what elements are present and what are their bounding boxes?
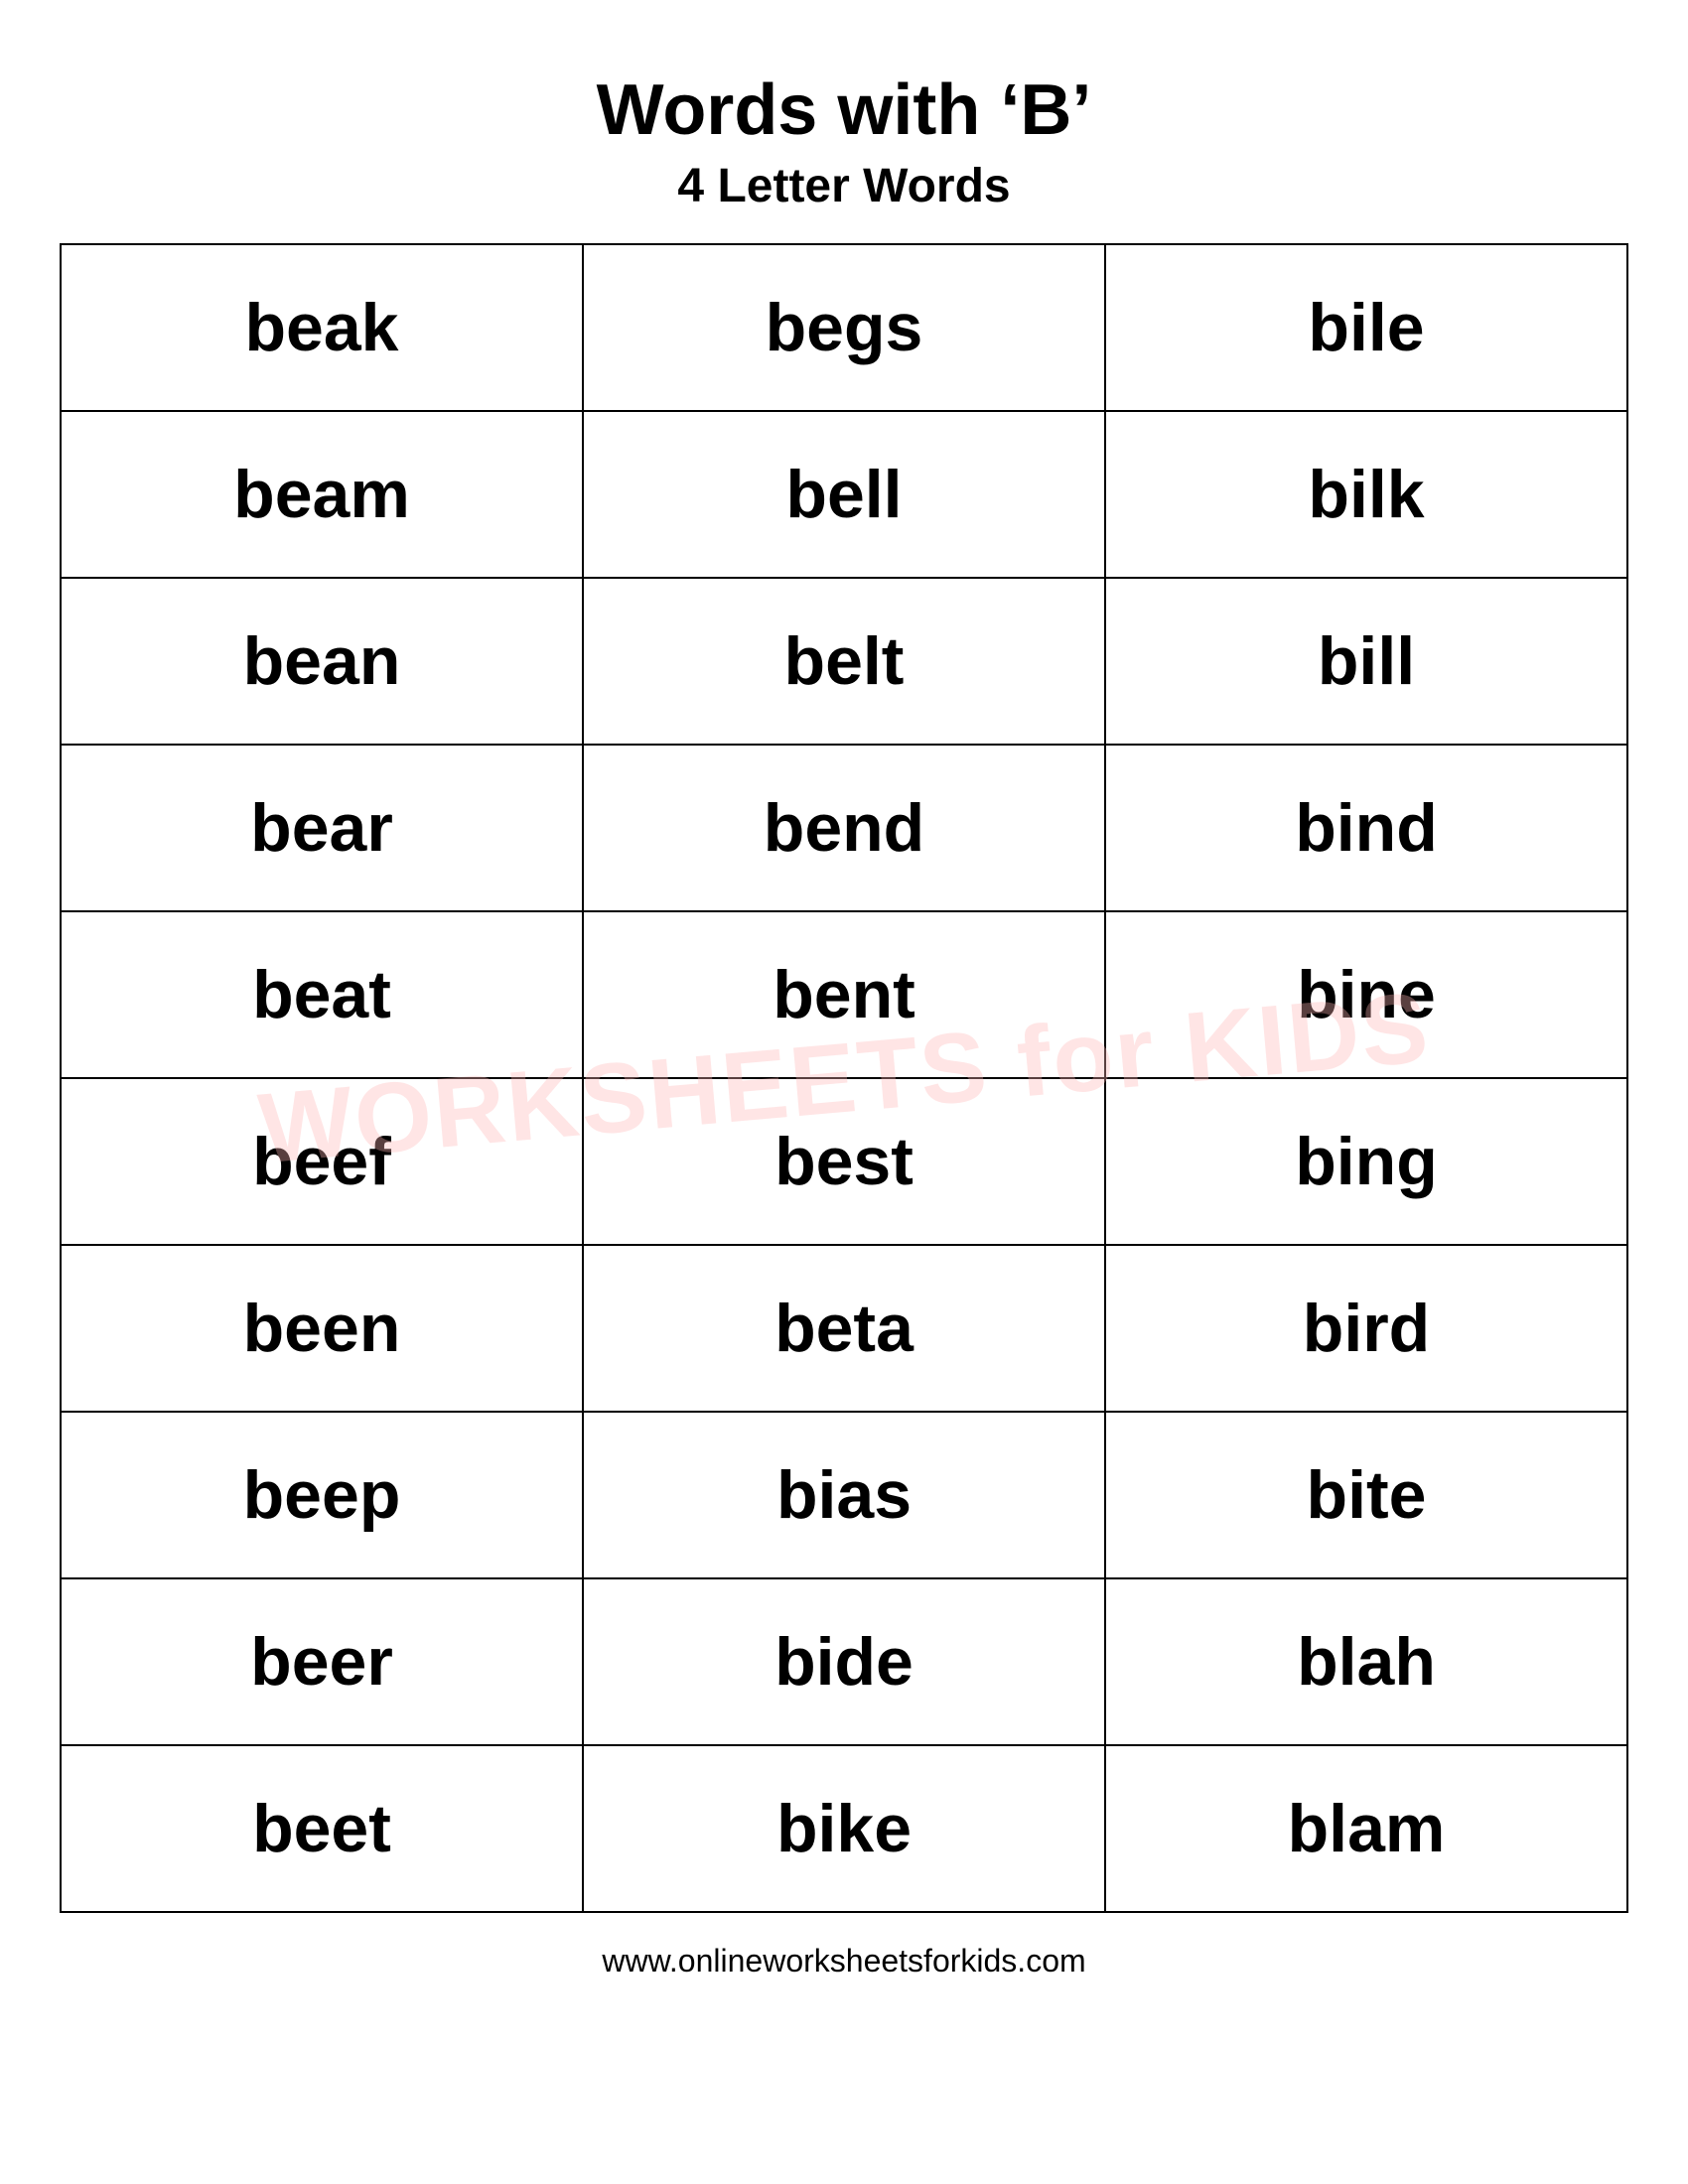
word-cell: blah	[1105, 1578, 1627, 1745]
table-row: beambellbilk	[61, 411, 1627, 578]
word-cell: bill	[1105, 578, 1627, 745]
table-wrapper: beakbegsbilebeambellbilkbeanbeltbillbear…	[60, 243, 1628, 1913]
table-row: beetbikeblam	[61, 1745, 1627, 1912]
word-cell: belt	[583, 578, 1105, 745]
word-table: beakbegsbilebeambellbilkbeanbeltbillbear…	[60, 243, 1628, 1913]
word-cell: beep	[61, 1412, 583, 1578]
word-cell: bine	[1105, 911, 1627, 1078]
word-cell: beak	[61, 244, 583, 411]
word-cell: beam	[61, 411, 583, 578]
word-cell: bing	[1105, 1078, 1627, 1245]
page-title: Words with ‘B’	[597, 69, 1092, 151]
word-cell: beer	[61, 1578, 583, 1745]
word-cell: bide	[583, 1578, 1105, 1745]
table-row: beanbeltbill	[61, 578, 1627, 745]
table-row: beerbideblah	[61, 1578, 1627, 1745]
word-cell: bent	[583, 911, 1105, 1078]
word-cell: beat	[61, 911, 583, 1078]
page-subtitle: 4 Letter Words	[677, 159, 1010, 213]
table-row: beatbentbine	[61, 911, 1627, 1078]
word-cell: bilk	[1105, 411, 1627, 578]
table-row: bearbendbind	[61, 745, 1627, 911]
word-cell: bind	[1105, 745, 1627, 911]
word-cell: bias	[583, 1412, 1105, 1578]
word-cell: been	[61, 1245, 583, 1412]
word-cell: bird	[1105, 1245, 1627, 1412]
word-cell: bike	[583, 1745, 1105, 1912]
word-cell: bile	[1105, 244, 1627, 411]
table-row: beakbegsbile	[61, 244, 1627, 411]
word-cell: blam	[1105, 1745, 1627, 1912]
word-cell: begs	[583, 244, 1105, 411]
word-cell: beta	[583, 1245, 1105, 1412]
word-cell: best	[583, 1078, 1105, 1245]
word-cell: bell	[583, 411, 1105, 578]
table-row: beefbestbing	[61, 1078, 1627, 1245]
word-cell: bite	[1105, 1412, 1627, 1578]
table-row: beenbetabird	[61, 1245, 1627, 1412]
word-cell: bean	[61, 578, 583, 745]
word-cell: beef	[61, 1078, 583, 1245]
table-row: beepbiasbite	[61, 1412, 1627, 1578]
footer-url: www.onlineworksheetsforkids.com	[602, 1943, 1085, 1979]
word-cell: beet	[61, 1745, 583, 1912]
word-cell: bend	[583, 745, 1105, 911]
word-cell: bear	[61, 745, 583, 911]
